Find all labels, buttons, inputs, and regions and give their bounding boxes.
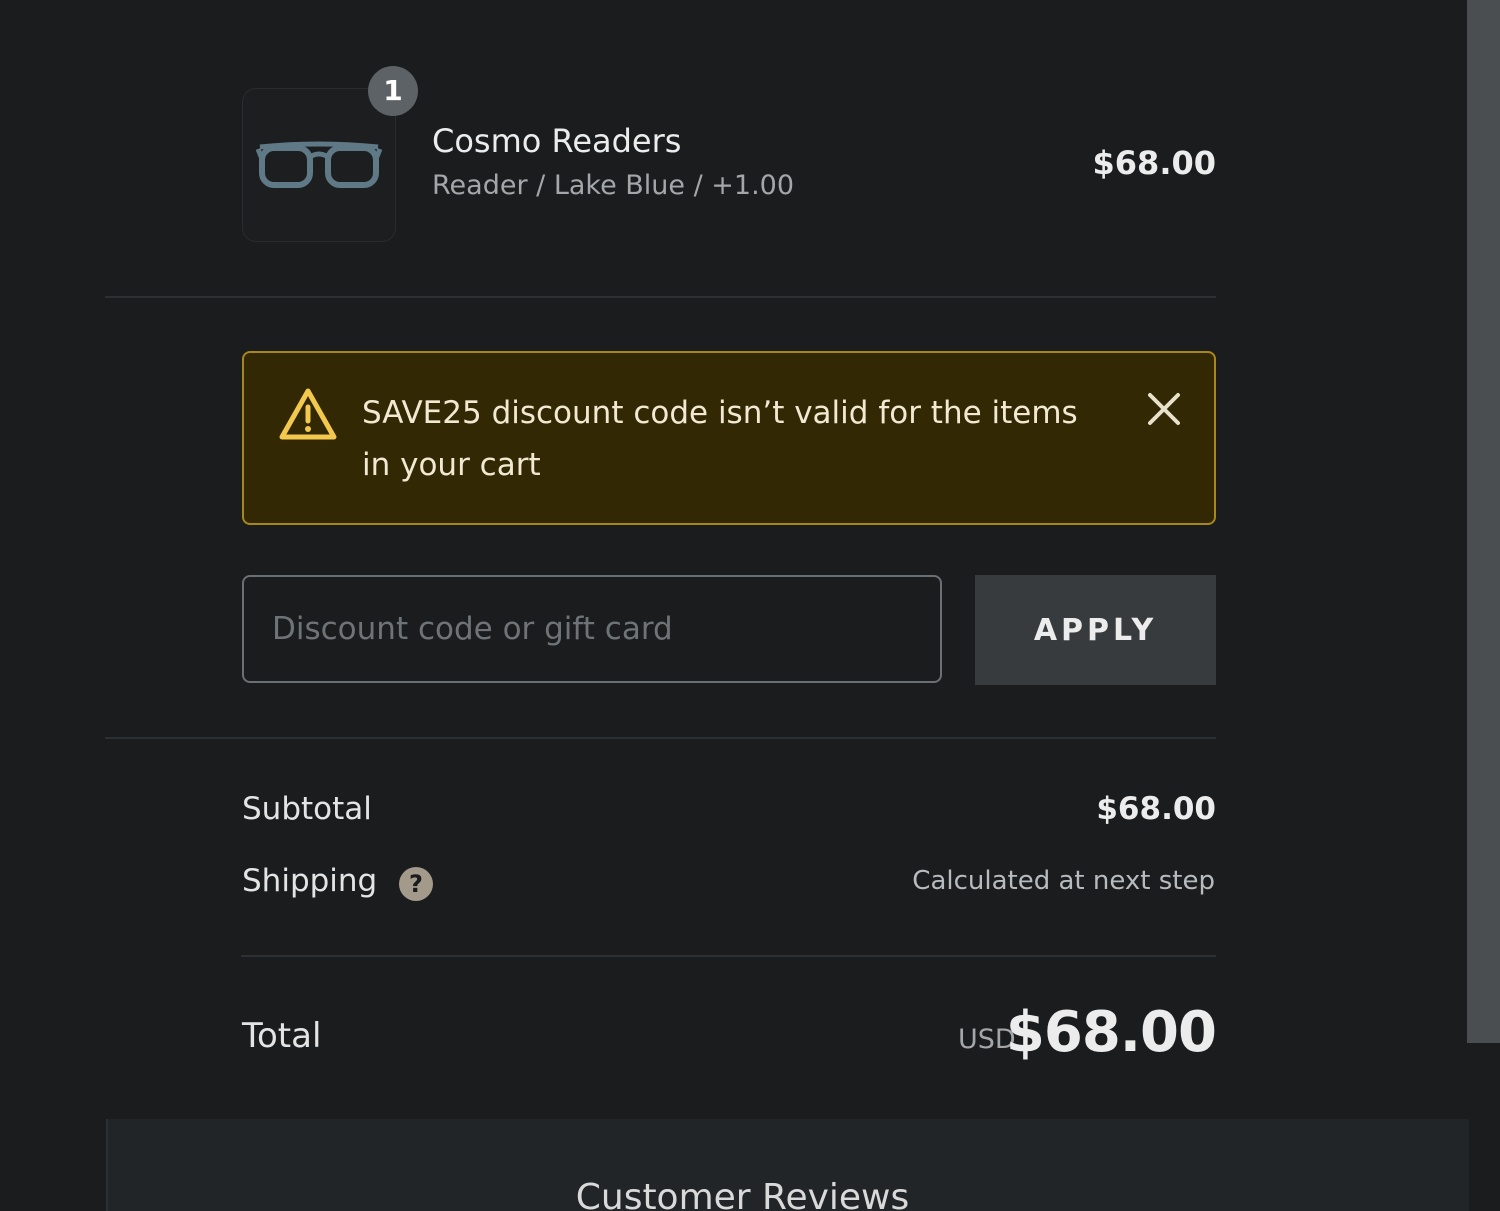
total-label: Total (242, 1016, 322, 1056)
cart-line-item: 1 Cosmo Readers Reader / Lake Blue / +1.… (242, 66, 1216, 244)
divider (105, 296, 1216, 298)
apply-discount-button[interactable]: APPLY (975, 575, 1216, 685)
scrollbar-thumb[interactable] (1467, 0, 1500, 1043)
close-icon (1148, 393, 1180, 425)
product-variant: Reader / Lake Blue / +1.00 (432, 170, 795, 201)
shipping-value: Calculated at next step (912, 866, 1215, 896)
shipping-label: Shipping (242, 863, 378, 899)
warning-icon (279, 388, 337, 440)
close-banner-button[interactable] (1144, 389, 1184, 429)
product-price: $68.00 (1092, 144, 1216, 182)
customer-reviews-section: Customer Reviews (106, 1119, 1469, 1211)
divider (105, 737, 1216, 739)
glasses-icon (256, 141, 382, 188)
product-thumbnail (242, 88, 396, 242)
discount-code-input[interactable] (242, 575, 942, 683)
divider (241, 955, 1216, 957)
discount-error-banner: SAVE25 discount code isn’t valid for the… (242, 351, 1216, 525)
banner-message: SAVE25 discount code isn’t valid for the… (362, 395, 1078, 483)
shipping-help-icon[interactable]: ? (399, 867, 433, 901)
quantity-badge: 1 (368, 66, 418, 116)
customer-reviews-title: Customer Reviews (575, 1177, 910, 1211)
total-value: $68.00 (1005, 1000, 1217, 1065)
product-name: Cosmo Readers (432, 122, 682, 160)
subtotal-label: Subtotal (242, 791, 372, 827)
checkout-order-summary: 1 Cosmo Readers Reader / Lake Blue / +1.… (0, 0, 1500, 1211)
subtotal-value: $68.00 (1096, 791, 1216, 827)
